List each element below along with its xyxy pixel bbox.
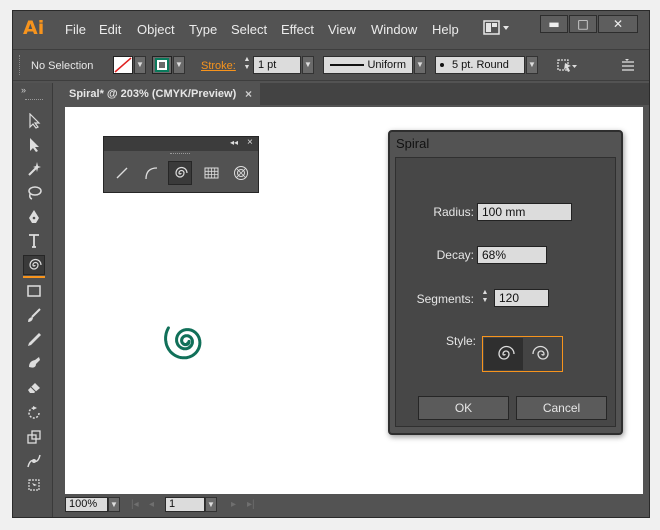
application-window: Ai File Edit Object Type Select Effect V… — [12, 10, 650, 518]
profile-line-icon — [330, 64, 364, 66]
stroke-weight-dropdown[interactable]: ▼ — [302, 56, 314, 74]
menu-view[interactable]: View — [328, 22, 356, 37]
lasso-tool-icon[interactable] — [23, 183, 45, 203]
stroke-weight-field[interactable]: 1 pt — [253, 56, 301, 74]
arc-tool-icon[interactable] — [139, 161, 163, 185]
segments-stepper[interactable]: ▲ ▼ — [479, 289, 491, 307]
paintbrush-tool-icon[interactable] — [23, 305, 45, 325]
last-artboard-icon[interactable]: ▸| — [247, 497, 255, 513]
rectangular-grid-tool-icon[interactable] — [199, 161, 223, 185]
line-tools-flyout: ◂◂ × — [103, 136, 259, 193]
status-bar: 100% ▼ |◂ ◂ 1 ▼ ▸ ▸| — [65, 496, 643, 514]
spiral-tool-icon[interactable] — [23, 255, 45, 275]
isolate-icon[interactable] — [556, 57, 578, 76]
direct-selection-tool-icon[interactable] — [23, 135, 45, 155]
flyout-header: ◂◂ × — [104, 137, 258, 151]
panel-menu-icon[interactable] — [620, 58, 636, 75]
decay-label: Decay: — [436, 248, 474, 262]
stroke-profile-label: Uniform — [367, 59, 406, 71]
spiral-dialog: Spiral Radius: 100 mm Decay: 68% Segment… — [388, 130, 623, 435]
warp-tool-icon[interactable] — [23, 451, 45, 471]
style-options — [482, 336, 563, 372]
type-tool-icon[interactable] — [23, 231, 45, 251]
close-flyout-icon[interactable]: × — [247, 137, 253, 148]
previous-artboard-icon[interactable]: ◂ — [149, 497, 154, 513]
line-segment-tool-icon[interactable] — [110, 161, 134, 185]
menu-object[interactable]: Object — [137, 22, 175, 37]
document-tab-bar: Spiral* @ 203% (CMYK/Preview) × — [55, 83, 649, 105]
rotate-tool-icon[interactable] — [23, 403, 45, 423]
tools-panel: » — [13, 83, 53, 517]
artboard-dropdown[interactable]: ▼ — [205, 497, 217, 512]
eraser-tool-icon[interactable] — [23, 377, 45, 397]
document-tab[interactable]: Spiral* @ 203% (CMYK/Preview) × — [55, 83, 260, 105]
spiral-tool-flyout-icon[interactable] — [168, 161, 192, 185]
menu-select[interactable]: Select — [231, 22, 267, 37]
dialog-body: Radius: 100 mm Decay: 68% Segments: ▲ ▼ 1… — [395, 157, 616, 427]
brush-field[interactable]: 5 pt. Round — [435, 56, 525, 74]
minimize-button[interactable]: ▬ — [540, 15, 568, 33]
menu-effect[interactable]: Effect — [281, 22, 314, 37]
first-artboard-icon[interactable]: |◂ — [131, 497, 139, 513]
radius-label: Radius: — [433, 205, 474, 219]
active-tool-indicator — [23, 276, 45, 278]
zoom-dropdown[interactable]: ▼ — [108, 497, 120, 512]
stroke-dropdown[interactable]: ▼ — [173, 56, 185, 74]
maximize-button[interactable]: □ — [569, 15, 597, 33]
selection-status: No Selection — [31, 60, 94, 72]
style-label: Style: — [445, 334, 476, 348]
artboard-number-field[interactable]: 1 — [165, 497, 205, 512]
menu-edit[interactable]: Edit — [99, 22, 121, 37]
next-artboard-icon[interactable]: ▸ — [231, 497, 236, 513]
cancel-button[interactable]: Cancel — [516, 396, 607, 420]
brush-label: 5 pt. Round — [452, 59, 509, 71]
menu-window[interactable]: Window — [371, 22, 417, 37]
collapse-flyout-icon[interactable]: ◂◂ — [230, 138, 238, 147]
close-tab-icon[interactable]: × — [245, 83, 252, 105]
ok-button[interactable]: OK — [418, 396, 509, 420]
arrange-documents-icon[interactable] — [483, 20, 511, 36]
control-bar: No Selection ▼ ▼ Stroke: ▲ ▼ 1 pt ▼ Unifo… — [13, 49, 649, 81]
radius-field[interactable]: 100 mm — [477, 203, 572, 221]
pencil-tool-icon[interactable] — [23, 329, 45, 349]
flyout-grip-icon — [170, 153, 190, 156]
dialog-title: Spiral — [396, 136, 430, 151]
menu-file[interactable]: File — [65, 22, 86, 37]
clockwise-style-icon[interactable] — [484, 338, 523, 370]
stroke-label[interactable]: Stroke: — [201, 60, 236, 72]
pen-tool-icon[interactable] — [23, 207, 45, 227]
app-logo: Ai — [23, 17, 45, 39]
fill-dropdown[interactable]: ▼ — [134, 56, 146, 74]
polar-grid-tool-icon[interactable] — [229, 161, 253, 185]
collapse-panel-icon[interactable]: » — [21, 85, 26, 95]
zoom-field[interactable]: 100% — [65, 497, 108, 512]
stroke-weight-stepper[interactable]: ▲ ▼ — [241, 56, 253, 74]
spiral-path[interactable] — [164, 326, 202, 360]
close-button[interactable]: ✕ — [598, 15, 638, 33]
menu-type[interactable]: Type — [189, 22, 217, 37]
segments-label: Segments: — [416, 292, 474, 306]
document-tab-title: Spiral* @ 203% (CMYK/Preview) — [69, 88, 237, 100]
brush-dropdown[interactable]: ▼ — [526, 56, 538, 74]
free-transform-tool-icon[interactable] — [23, 475, 45, 495]
decay-field[interactable]: 68% — [477, 246, 547, 264]
selection-tool-icon[interactable] — [23, 111, 45, 131]
rectangle-tool-icon[interactable] — [23, 281, 45, 301]
menu-bar: Ai File Edit Object Type Select Effect V… — [13, 11, 649, 45]
panel-grip-icon — [25, 99, 43, 102]
fill-swatch[interactable] — [113, 56, 133, 74]
grip-icon — [19, 55, 23, 75]
menu-help[interactable]: Help — [432, 22, 459, 37]
scale-tool-icon[interactable] — [23, 427, 45, 447]
segments-field[interactable]: 120 — [494, 289, 549, 307]
stroke-swatch[interactable] — [152, 56, 172, 74]
stroke-profile-field[interactable]: Uniform — [323, 56, 413, 74]
brush-dot-icon — [440, 63, 444, 68]
counterclockwise-style-icon[interactable] — [523, 338, 562, 370]
blob-brush-tool-icon[interactable] — [23, 353, 45, 373]
stroke-profile-dropdown[interactable]: ▼ — [414, 56, 426, 74]
magic-wand-tool-icon[interactable] — [23, 159, 45, 179]
